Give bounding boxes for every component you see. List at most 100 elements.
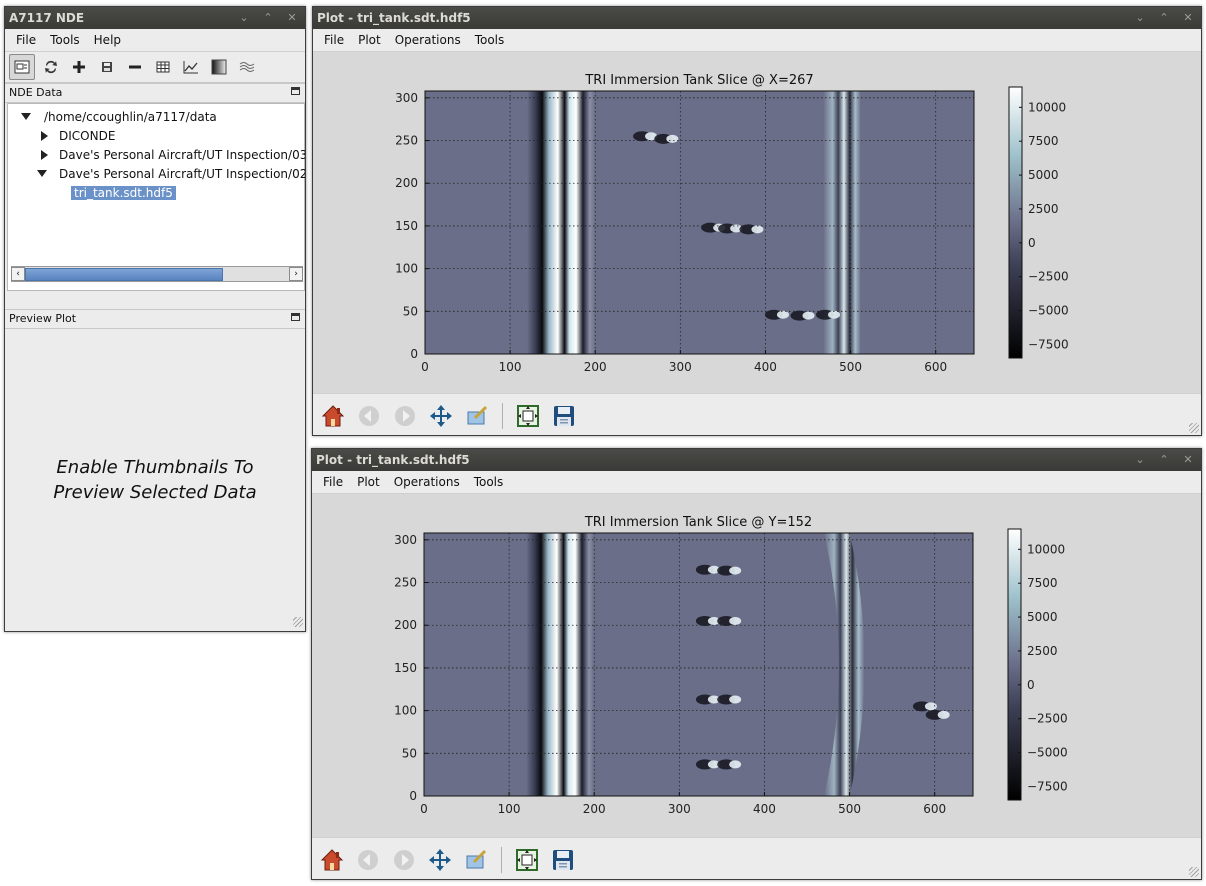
preview-toggle-button[interactable] <box>9 54 35 80</box>
plot-window-title: Plot - tri_tank.sdt.hdf5 <box>316 453 470 467</box>
nde-data-title: NDE Data <box>9 86 63 99</box>
x-tick-label: 500 <box>839 360 862 374</box>
zoom-rect-icon <box>466 849 487 869</box>
menu-operations[interactable]: Operations <box>388 29 468 51</box>
refresh-button[interactable] <box>39 55 63 79</box>
tree-item-root[interactable]: /home/ccoughlin/a7117/data <box>44 108 217 126</box>
minimize-icon[interactable]: ⌄ <box>1131 449 1149 471</box>
zoom-button[interactable] <box>462 846 490 874</box>
maximize-icon[interactable]: ⌃ <box>259 7 277 29</box>
close-icon[interactable]: ✕ <box>283 7 301 29</box>
home-button[interactable] <box>319 402 347 430</box>
menu-file[interactable]: File <box>316 471 350 493</box>
maximize-icon[interactable]: ⌃ <box>1155 449 1173 471</box>
forward-button[interactable] <box>391 402 419 430</box>
maximize-icon[interactable]: ⌃ <box>1155 7 1173 29</box>
chart-title: TRI Immersion Tank Slice @ Y=152 <box>584 515 812 530</box>
save-figure-button[interactable] <box>549 846 577 874</box>
menu-plot[interactable]: Plot <box>351 29 388 51</box>
tree-horizontal-scrollbar[interactable]: ‹ › <box>11 266 303 282</box>
tree-item-inspection-03[interactable]: Dave's Personal Aircraft/UT Inspection/0… <box>59 146 305 164</box>
indication-mark <box>937 710 950 719</box>
forward-button[interactable] <box>390 846 418 874</box>
resize-grip[interactable] <box>1189 423 1199 433</box>
scroll-right-icon[interactable]: › <box>289 267 303 281</box>
image-plot-button[interactable] <box>207 55 231 79</box>
save-data-button[interactable] <box>95 55 119 79</box>
indication-mark <box>924 702 937 711</box>
colorbar-tick-label: 2500 <box>1028 202 1059 216</box>
scroll-left-icon[interactable]: ‹ <box>11 267 25 281</box>
minimize-icon[interactable]: ⌄ <box>1131 7 1149 29</box>
main-window-titlebar[interactable]: A7117 NDE ⌄ ⌃ ✕ <box>5 7 305 29</box>
close-icon[interactable]: ✕ <box>1179 7 1197 29</box>
minimize-icon[interactable]: ⌄ <box>235 7 253 29</box>
navigation-toolbar <box>312 837 1201 879</box>
plot-icon <box>183 61 198 74</box>
navigation-toolbar <box>313 393 1201 435</box>
heatmap-chart[interactable]: TRI Immersion Tank Slice @ X=267 0 100 200 3… <box>313 52 1201 393</box>
expand-inspection-03-icon[interactable] <box>41 150 48 160</box>
add-button[interactable] <box>67 55 91 79</box>
indication-mark <box>729 695 742 704</box>
plot-canvas-area[interactable]: TRI Immersion Tank Slice @ X=267 0 100 200 3… <box>313 52 1201 393</box>
back-button[interactable] <box>354 846 382 874</box>
mesh-plot-button[interactable] <box>235 55 259 79</box>
close-icon[interactable]: ✕ <box>1179 449 1197 471</box>
resize-grip[interactable] <box>293 617 303 627</box>
configure-subplots-button[interactable] <box>513 846 541 874</box>
x-tick-label: 200 <box>584 360 607 374</box>
expand-diconde-icon[interactable] <box>41 131 48 141</box>
preview-toggle-icon <box>14 60 30 74</box>
pan-button[interactable] <box>427 402 455 430</box>
toolbar-separator <box>502 403 503 429</box>
menu-tools[interactable]: Tools <box>43 29 87 51</box>
x-tick-label: 600 <box>924 360 947 374</box>
save-figure-button[interactable] <box>550 402 578 430</box>
subplots-icon <box>516 849 538 871</box>
dock-float-icon[interactable] <box>291 87 300 95</box>
heatmap-chart[interactable]: TRI Immersion Tank Slice @ Y=152 0 100 200 3… <box>312 494 1201 837</box>
data-tree[interactable]: /home/ccoughlin/a7117/data DICONDE Dave'… <box>7 103 305 291</box>
plot-button[interactable] <box>179 55 203 79</box>
table-button[interactable] <box>151 55 175 79</box>
tree-item-diconde[interactable]: DICONDE <box>59 127 115 145</box>
colorbar <box>1008 86 1023 359</box>
forward-arrow-icon <box>394 850 414 870</box>
home-button[interactable] <box>318 846 346 874</box>
menu-plot[interactable]: Plot <box>350 471 387 493</box>
plot-canvas-area[interactable]: TRI Immersion Tank Slice @ Y=152 0 100 200 3… <box>312 494 1201 837</box>
preview-plot-title: Preview Plot <box>9 312 77 325</box>
configure-subplots-button[interactable] <box>514 402 542 430</box>
y-tick-label: 200 <box>395 176 418 190</box>
menu-file[interactable]: File <box>317 29 351 51</box>
dock-float-icon[interactable] <box>291 313 300 321</box>
colorbar <box>1007 528 1022 801</box>
colorbar-tick-label: −5000 <box>1028 304 1069 318</box>
y-tick-label: 0 <box>410 347 418 361</box>
menu-help[interactable]: Help <box>87 29 128 51</box>
remove-button[interactable] <box>123 55 147 79</box>
menu-file[interactable]: File <box>9 29 43 51</box>
indication-mark <box>776 310 789 319</box>
plot-window-titlebar[interactable]: Plot - tri_tank.sdt.hdf5 ⌄ ⌃ ✕ <box>313 7 1201 29</box>
menu-tools[interactable]: Tools <box>467 471 511 493</box>
y-tick-label: 150 <box>394 661 417 675</box>
indication-mark <box>802 311 815 320</box>
zoom-rect-icon <box>467 405 488 425</box>
tree-item-inspection-02[interactable]: Dave's Personal Aircraft/UT Inspection/0… <box>59 165 305 183</box>
remove-icon <box>129 65 141 69</box>
plot-window-titlebar[interactable]: Plot - tri_tank.sdt.hdf5 ⌄ ⌃ ✕ <box>312 449 1201 471</box>
table-icon <box>156 61 170 73</box>
zoom-button[interactable] <box>463 402 491 430</box>
menu-tools[interactable]: Tools <box>468 29 512 51</box>
home-icon <box>321 405 345 427</box>
resize-grip[interactable] <box>1189 867 1199 877</box>
scrollbar-thumb[interactable] <box>25 268 223 281</box>
tree-item-selected-file[interactable]: tri_tank.sdt.hdf5 <box>71 184 176 202</box>
back-button[interactable] <box>355 402 383 430</box>
menu-operations[interactable]: Operations <box>387 471 467 493</box>
pan-button[interactable] <box>426 846 454 874</box>
expand-inspection-02-icon[interactable] <box>37 170 47 177</box>
expand-root-icon[interactable] <box>21 113 31 120</box>
